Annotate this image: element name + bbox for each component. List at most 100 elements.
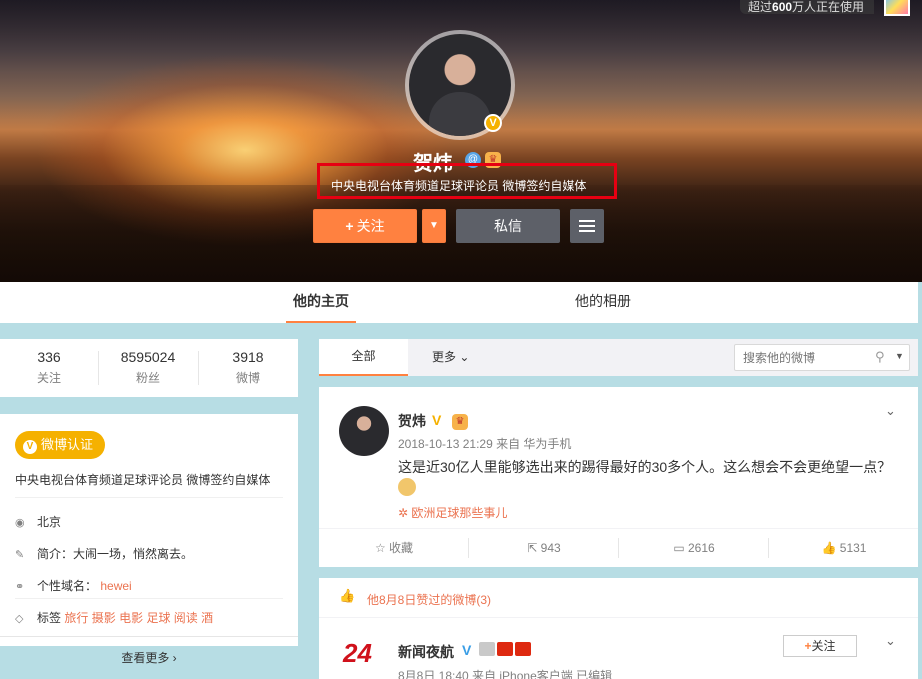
feed-tabbar: 全部 更多 ⌄ ⚲ ▼: [319, 339, 918, 376]
stat-posts[interactable]: 3918 微博: [199, 349, 297, 386]
search-dropdown-icon[interactable]: ▼: [895, 351, 904, 361]
liked-header[interactable]: 👍 他8月8日赞过的微博(3): [319, 578, 918, 618]
chevron-down-icon: ⌄: [459, 350, 470, 364]
plus-icon: +: [345, 218, 354, 234]
divider: [15, 598, 283, 599]
verify-tag[interactable]: V 微博认证: [15, 431, 106, 459]
more-menu-button[interactable]: [570, 209, 604, 243]
repost-button[interactable]: ⇱ 943: [469, 529, 619, 568]
domain-row: ⚭ 个性域名： hewei: [15, 577, 132, 594]
tags-label: 标签: [37, 611, 62, 625]
see-more-label: 查看更多: [121, 651, 170, 665]
repost-icon: ⇱: [527, 541, 541, 555]
stat-followers-value: 8595024: [120, 349, 176, 365]
tag-link[interactable]: 摄影: [92, 611, 116, 625]
comment-button[interactable]: ▭ 2616: [619, 529, 769, 568]
tag-icon: ◇: [15, 613, 24, 625]
follow-button[interactable]: + 关注: [313, 209, 417, 243]
online-badge-suffix: 万人正在使用: [792, 0, 865, 14]
favorite-label: 收藏: [389, 541, 414, 555]
tag-link[interactable]: 足球: [146, 611, 170, 625]
feed-tab-all[interactable]: 全部: [319, 339, 408, 376]
post-topic-label: 欧洲足球那些事儿: [411, 506, 508, 520]
location-row: ◉ 北京: [15, 513, 61, 530]
post-author-name[interactable]: 贺炜: [398, 411, 426, 431]
news-logo-avatar[interactable]: 24: [341, 636, 381, 676]
hk-flag-icon[interactable]: [515, 642, 531, 656]
online-badge-count: 600: [772, 0, 793, 14]
liked-follow-button[interactable]: +关注: [783, 635, 857, 657]
tag-link[interactable]: 旅行: [64, 611, 88, 625]
stats-card: 336 关注 8595024 粉丝 3918 微博: [0, 339, 298, 397]
follow-dropdown-button[interactable]: ▼: [422, 209, 446, 243]
domain-label: 个性域名：: [37, 579, 98, 593]
stat-following-label: 关注: [36, 371, 61, 385]
tag-link[interactable]: 阅读: [174, 611, 198, 625]
see-more-link[interactable]: 查看更多 ›: [0, 649, 298, 666]
follow-button-label: 关注: [356, 218, 385, 234]
profile-tabbar: 他的主页 他的相册: [0, 282, 918, 323]
tag-link[interactable]: 电影: [119, 611, 143, 625]
divider: [0, 636, 298, 637]
verified-v-icon[interactable]: V: [462, 642, 471, 658]
stat-following[interactable]: 336 关注: [0, 349, 98, 386]
like-button[interactable]: 👍 5131: [769, 529, 919, 568]
edit-icon: ✎: [15, 549, 25, 561]
feed-post: 贺炜 V ♛ 2018-10-13 21:29 来自 华为手机 这是近30亿人里…: [319, 387, 918, 567]
liked-follow-label: 关注: [811, 639, 836, 653]
liked-author-badges: [479, 642, 533, 659]
feed-tab-more-label: 更多: [432, 350, 457, 364]
stat-followers[interactable]: 8595024 粉丝: [99, 349, 197, 386]
feed-tab-more[interactable]: 更多 ⌄: [432, 339, 469, 376]
post-meta[interactable]: 2018-10-13 21:29 来自 华为手机: [398, 435, 571, 452]
post-menu-chevron-icon[interactable]: ⌄: [885, 403, 896, 419]
comment-icon: ▭: [673, 541, 688, 555]
tag-link[interactable]: 酒: [201, 611, 213, 625]
hamburger-icon: [579, 225, 595, 227]
hamburger-icon: [579, 220, 595, 222]
tab-album[interactable]: 他的相册: [568, 282, 638, 323]
doge-emoji-icon: [398, 478, 416, 496]
crown-icon[interactable]: ♛: [452, 413, 468, 430]
china-flag-icon[interactable]: [497, 642, 513, 656]
like-count: 5131: [839, 541, 867, 555]
profile-description: 中央电视台体育频道足球评论员 微博签约自媒体: [331, 179, 587, 193]
location-pin-icon: ◉: [15, 517, 25, 529]
divider: [15, 497, 283, 498]
liked-posts-card: 👍 他8月8日赞过的微博(3) 24 新闻夜航 V 8月8日 18:40 来自 …: [319, 578, 918, 679]
verified-v-icon: V: [23, 440, 37, 454]
feed-search: ⚲ ▼: [734, 344, 910, 371]
post-text: 这是近30亿人里能够选出来的踢得最好的30多个人。这么想会不会更绝望一点？: [398, 459, 892, 475]
liked-post-meta[interactable]: 8月8日 18:40 来自 iPhone客户端 已编辑: [398, 667, 612, 679]
liked-author-name[interactable]: 新闻夜航: [398, 642, 454, 662]
search-icon[interactable]: ⚲: [875, 349, 885, 365]
verify-tag-label: 微博认证: [41, 437, 94, 452]
thumbs-up-icon: 👍: [339, 588, 356, 603]
message-button[interactable]: 私信: [456, 209, 560, 243]
tab-home[interactable]: 他的主页: [286, 282, 356, 323]
skin-icon[interactable]: [884, 0, 910, 16]
tags-row: ◇ 标签 旅行 摄影 电影 足球 阅读 酒: [15, 609, 213, 626]
post-topic-link[interactable]: ✲ 欧洲足球那些事儿: [398, 504, 507, 521]
liked-post-menu-chevron-icon[interactable]: ⌄: [885, 633, 896, 649]
location-value: 北京: [37, 515, 62, 529]
verify-description: 中央电视台体育频道足球评论员 微博签约自媒体: [15, 473, 271, 487]
news-logo-text: 24: [343, 638, 372, 668]
stat-posts-value: 3918: [232, 349, 264, 365]
verified-v-icon: V: [484, 114, 502, 132]
post-actions: ☆ 收藏 ⇱ 943 ▭ 2616 👍 5131: [319, 528, 918, 567]
domain-link[interactable]: hewei: [100, 579, 131, 593]
post-author-avatar[interactable]: [339, 406, 389, 456]
thumbs-up-icon: 👍: [821, 541, 840, 555]
link-icon: ⚭: [15, 581, 25, 593]
favorite-button[interactable]: ☆ 收藏: [319, 529, 469, 568]
online-badge: 超过600万人正在使用: [740, 0, 875, 14]
verified-v-icon[interactable]: V: [432, 412, 441, 428]
search-input[interactable]: [743, 349, 863, 367]
stat-followers-label: 粉丝: [135, 371, 160, 385]
robot-icon[interactable]: [479, 642, 495, 656]
repost-count: 943: [540, 541, 561, 555]
intro-label: 简介：: [37, 547, 74, 561]
topic-icon: ✲: [398, 506, 412, 520]
online-badge-prefix: 超过: [748, 0, 773, 14]
